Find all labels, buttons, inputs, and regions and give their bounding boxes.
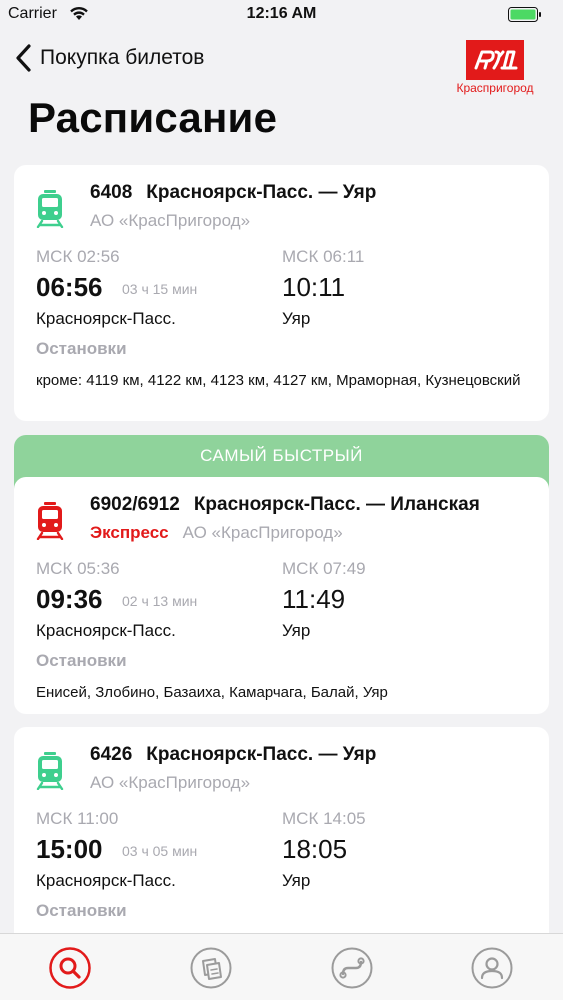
express-badge: Экспресс	[90, 523, 169, 542]
trip-duration: 02 ч 13 мин	[122, 593, 198, 609]
train-card[interactable]: 6426 Красноярск-Пасс. — Уяр АО «КрасПриго…	[14, 727, 549, 967]
tab-routes[interactable]	[330, 946, 374, 990]
train-subtitle: АО «КрасПригород»	[90, 211, 250, 231]
trip-duration: 03 ч 05 мин	[122, 843, 198, 859]
train-route: Красноярск-Пасс. — Уяр	[146, 182, 377, 203]
back-button[interactable]: Покупка билетов	[14, 42, 204, 74]
train-card[interactable]: 6408 Красноярск-Пасс. — Уяр АО «КрасПриго…	[14, 165, 549, 421]
rzd-logo-icon	[466, 40, 524, 80]
stops-label: Остановки	[36, 339, 127, 358]
departure-msk-time: МСК 05:36	[36, 559, 120, 578]
departure-station: Красноярск-Пасс.	[36, 309, 176, 328]
stops-list: кроме: 4119 км, 4122 км, 4123 км, 4127 к…	[36, 372, 521, 389]
train-number: 6426	[90, 744, 133, 765]
train-icon	[36, 502, 64, 540]
train-subtitle: АО «КрасПригород»	[90, 773, 250, 793]
fastest-banner-label: САМЫЙ БЫСТРЫЙ	[200, 446, 363, 465]
tab-tickets[interactable]	[189, 946, 233, 990]
tab-bar	[0, 933, 563, 1000]
status-bar: Carrier 12:16 AM	[0, 0, 563, 30]
arrival-time: 10:11	[282, 272, 346, 302]
arrival-station: Уяр	[282, 621, 311, 640]
departure-msk-time: МСК 02:56	[36, 247, 120, 266]
train-number: 6902/6912	[90, 494, 180, 515]
arrival-station: Уяр	[282, 309, 311, 328]
page-title: Расписание	[28, 94, 278, 141]
arrival-msk-time: МСК 07:49	[282, 559, 366, 578]
back-button-label: Покупка билетов	[40, 46, 205, 69]
stops-label: Остановки	[36, 901, 127, 920]
trip-duration: 03 ч 15 мин	[122, 281, 198, 297]
clock-label: 12:16 AM	[246, 5, 317, 22]
arrival-msk-time: МСК 06:11	[282, 247, 365, 266]
departure-time: 09:36	[36, 584, 103, 614]
tab-search[interactable]	[48, 946, 92, 990]
search-icon	[49, 947, 91, 989]
battery-icon	[508, 7, 541, 22]
train-operator: АО «КрасПригород»	[182, 523, 343, 542]
train-operator: АО «КрасПригород»	[90, 773, 251, 792]
train-route: Красноярск-Пасс. — Уяр	[146, 744, 377, 765]
train-number: 6408	[90, 182, 133, 203]
train-icon	[36, 190, 64, 228]
back-chevron-icon	[16, 44, 31, 72]
train-title: 6426 Красноярск-Пасс. — Уяр	[90, 744, 376, 766]
departure-station: Красноярск-Пасс.	[36, 621, 176, 640]
profile-icon	[471, 947, 513, 989]
train-subtitle: Экспресс АО «КрасПригород»	[90, 523, 343, 543]
logo-caption: Краспригород	[456, 81, 534, 95]
train-operator: АО «КрасПригород»	[90, 211, 251, 230]
stops-label: Остановки	[36, 651, 127, 670]
arrival-station: Уяр	[282, 871, 311, 890]
arrival-msk-time: МСК 14:05	[282, 809, 366, 828]
train-route: Красноярск-Пасс. — Иланская	[193, 494, 480, 515]
arrival-time: 18:05	[282, 834, 348, 864]
train-card[interactable]: 6902/6912 Красноярск-Пасс. — Иланская Экс…	[14, 477, 549, 714]
train-title: 6902/6912 Красноярск-Пасс. — Иланская	[90, 494, 480, 516]
arrival-time: 11:49	[282, 584, 346, 614]
departure-time: 06:56	[36, 272, 103, 302]
train-icon	[36, 752, 64, 790]
departure-time: 15:00	[36, 834, 103, 864]
tab-profile[interactable]	[470, 946, 514, 990]
departure-station: Красноярск-Пасс.	[36, 871, 176, 890]
tickets-icon	[190, 947, 232, 989]
stops-list: Енисей, Злобино, Базаиха, Камарчага, Бал…	[36, 684, 388, 701]
routes-icon	[331, 947, 373, 989]
train-title: 6408 Красноярск-Пасс. — Уяр	[90, 182, 376, 204]
departure-msk-time: МСК 11:00	[36, 809, 119, 828]
